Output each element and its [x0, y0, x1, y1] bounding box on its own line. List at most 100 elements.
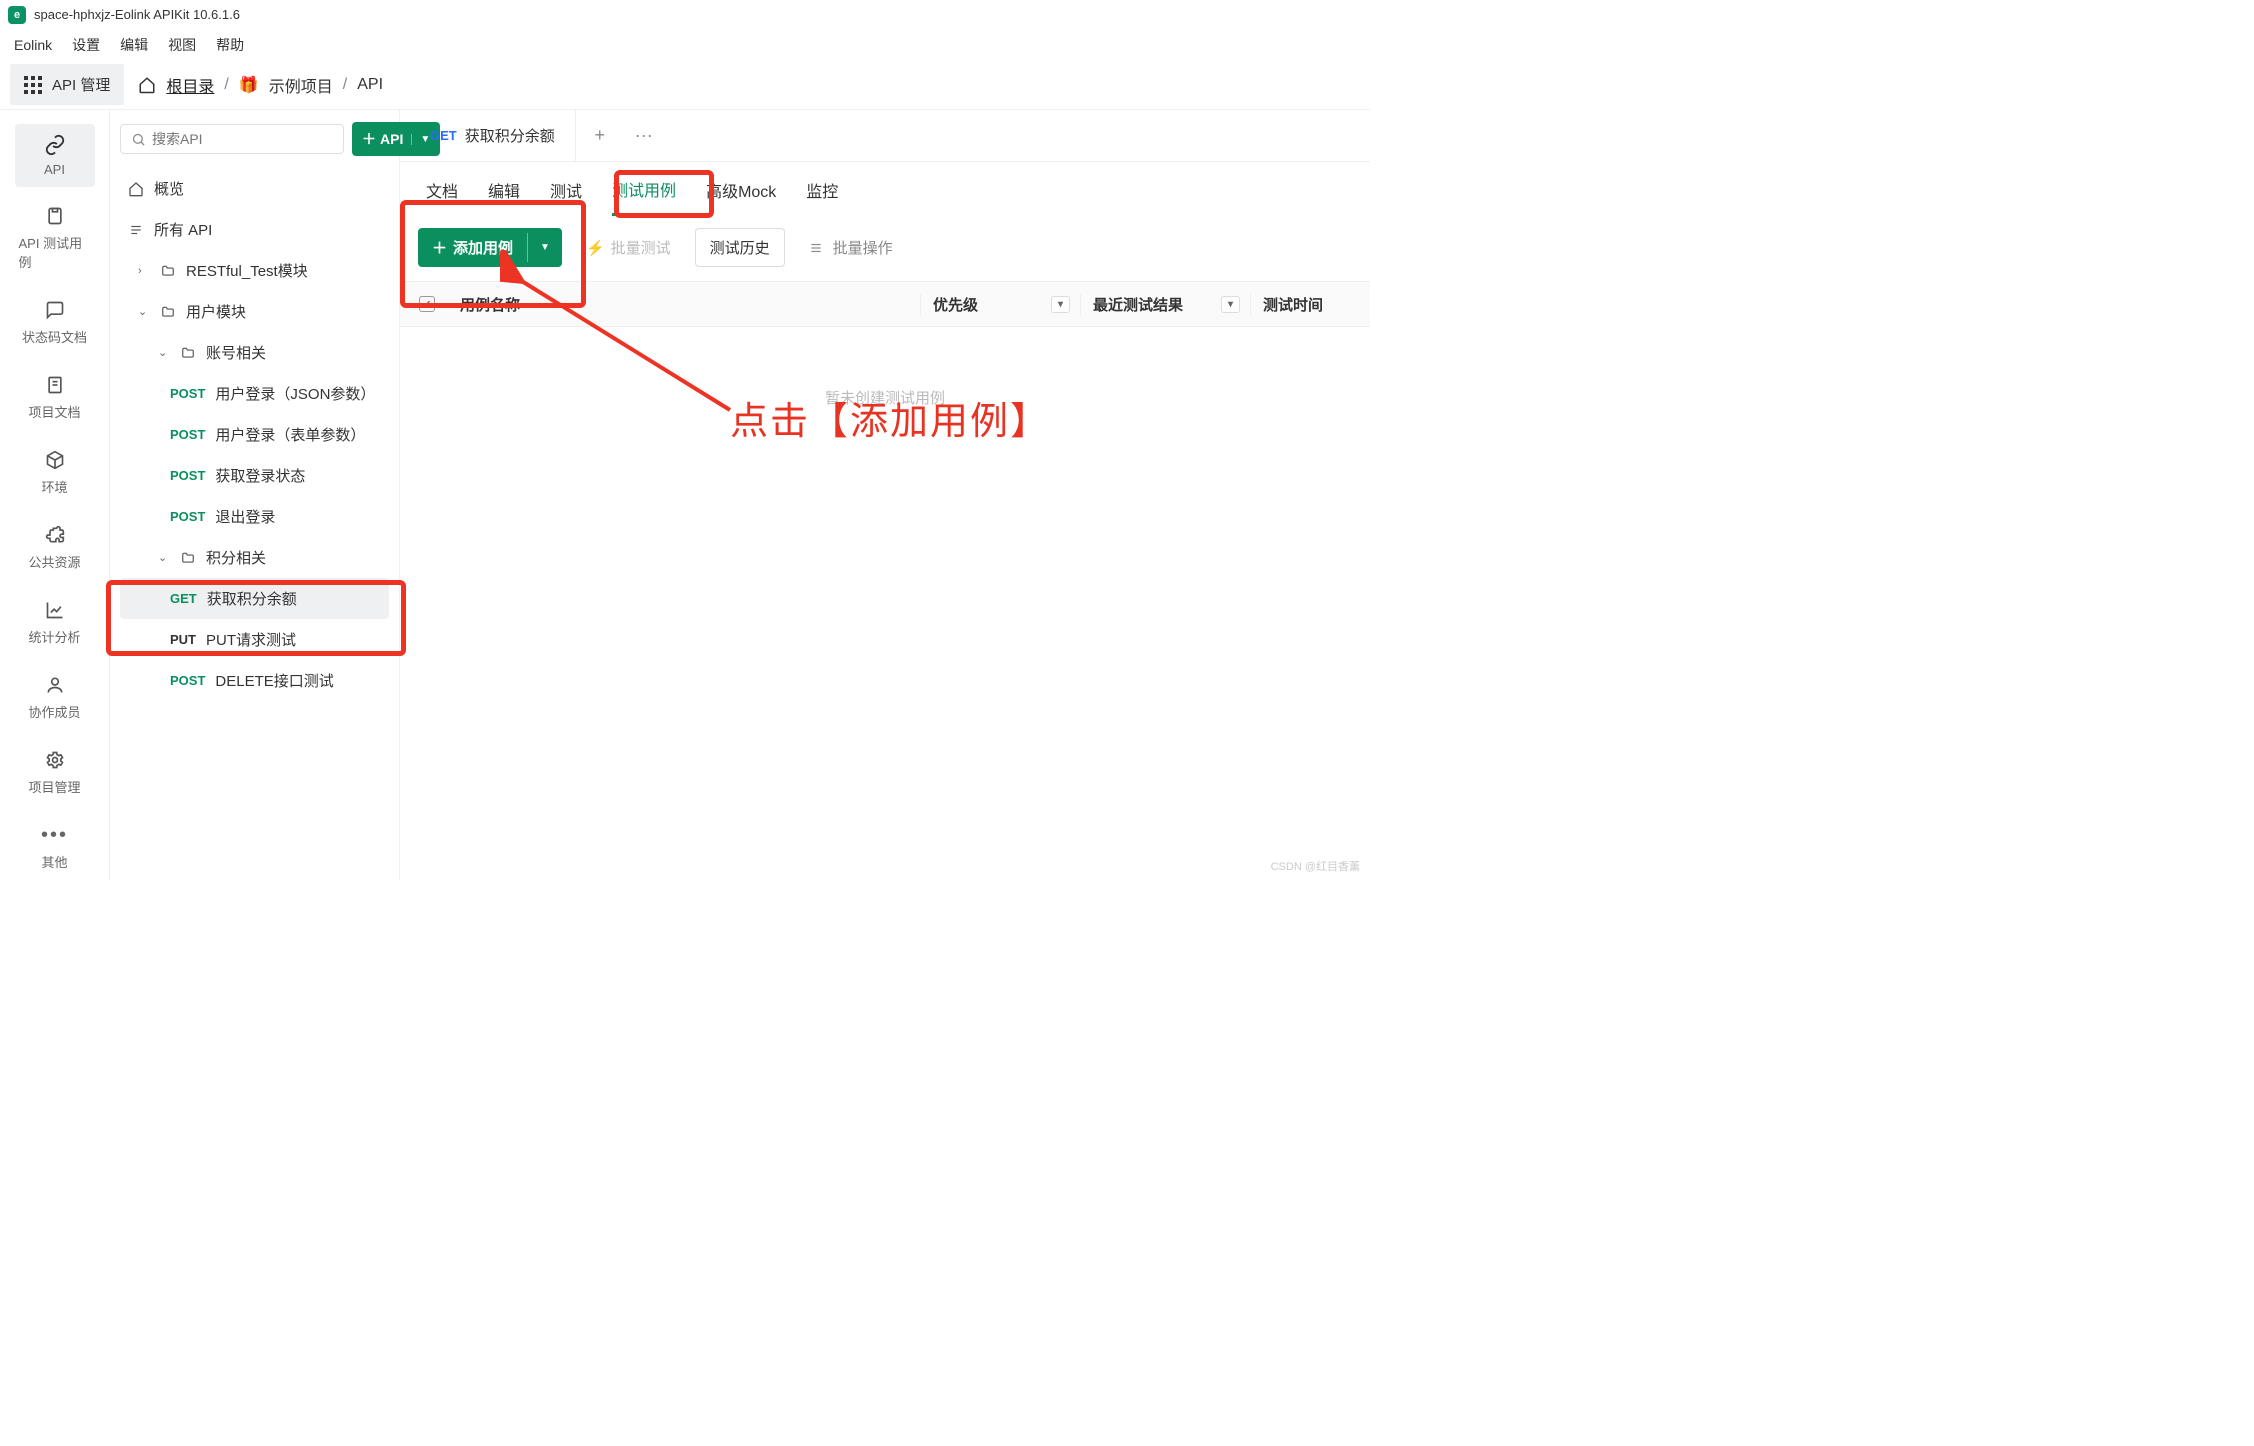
nav-docs[interactable]: 项目文档	[15, 364, 95, 431]
batch-ops-button[interactable]: 批量操作	[807, 237, 893, 258]
tree-api[interactable]: POST 用户登录（JSON参数）	[120, 373, 389, 414]
sidebar-overview[interactable]: 概览	[120, 168, 389, 209]
sidebar-all-api[interactable]: 所有 API	[120, 209, 389, 250]
annotation-text: 点击【添加用例】	[730, 390, 1050, 445]
tree-folder[interactable]: ⌄ 积分相关	[120, 537, 389, 578]
subtab-mock[interactable]: 高级Mock	[706, 178, 776, 214]
tree-label: 获取登录状态	[215, 465, 305, 486]
th-priority-label: 优先级	[933, 294, 978, 315]
http-method: POST	[170, 427, 205, 442]
batch-test-button[interactable]: ⚡ 批量测试	[576, 229, 681, 266]
home-icon	[138, 76, 156, 94]
tree-api[interactable]: POST DELETE接口测试	[120, 660, 389, 701]
nav-label: API 测试用例	[19, 233, 91, 271]
chevron-down-icon: ⌄	[158, 551, 170, 564]
search-field[interactable]	[152, 131, 333, 147]
chevron-down-icon[interactable]: ▾	[1051, 296, 1070, 313]
http-method: GET	[430, 128, 457, 143]
nav-env[interactable]: 环境	[15, 439, 95, 506]
nav-label: 统计分析	[28, 627, 80, 646]
tree-folder[interactable]: ⌄ 用户模块	[120, 291, 389, 332]
batch-test-label: 批量测试	[611, 237, 671, 258]
titlebar: e space-hphxjz-Eolink APIKit 10.6.1.6	[0, 0, 1370, 30]
gift-icon: 🎁	[239, 75, 259, 95]
editor-tab[interactable]: GET 获取积分余额	[410, 110, 576, 161]
plus-icon: ＋	[432, 237, 447, 258]
folder-icon	[180, 551, 196, 565]
chevron-down-icon[interactable]: ▾	[1221, 296, 1240, 313]
test-history-button[interactable]: 测试历史	[695, 228, 785, 267]
subtab-monitor[interactable]: 监控	[806, 178, 838, 214]
nav-team[interactable]: 协作成员	[15, 664, 95, 731]
tree-api[interactable]: POST 用户登录（表单参数）	[120, 414, 389, 455]
subtab-edit[interactable]: 编辑	[488, 178, 520, 214]
menu-help[interactable]: 帮助	[216, 35, 244, 55]
nav-other[interactable]: ••• 其他	[15, 814, 95, 881]
tree-label: 获取积分余额	[207, 588, 297, 609]
tab-add-button[interactable]: +	[580, 125, 620, 146]
search-input[interactable]	[120, 124, 344, 154]
message-icon	[44, 299, 66, 321]
tree-label: DELETE接口测试	[215, 670, 333, 691]
tree-api-selected[interactable]: GET 获取积分余额	[120, 578, 389, 619]
nav-label: 公共资源	[28, 552, 80, 571]
tree-api[interactable]: POST 退出登录	[120, 496, 389, 537]
tree-label: 用户模块	[186, 301, 246, 322]
th-priority[interactable]: 优先级 ▾	[920, 294, 1080, 315]
tree-api[interactable]: POST 获取登录状态	[120, 455, 389, 496]
breadcrumb: 根目录 / 🎁 示例项目 / API	[138, 73, 383, 97]
editor-tabs: GET 获取积分余额 + ···	[400, 110, 1370, 162]
all-api-label: 所有 API	[154, 219, 212, 240]
subtab-testcase[interactable]: 测试用例	[612, 177, 676, 216]
nav-label: 项目管理	[28, 777, 80, 796]
nav-public[interactable]: 公共资源	[15, 514, 95, 581]
nav-status[interactable]: 状态码文档	[15, 289, 95, 356]
search-icon	[131, 132, 146, 147]
list-icon	[807, 241, 825, 255]
nav-testcase[interactable]: API 测试用例	[15, 195, 95, 281]
chevron-down-icon: ⌄	[138, 305, 150, 318]
nav-stats[interactable]: 统计分析	[15, 589, 95, 656]
api-management-button[interactable]: API 管理	[10, 64, 124, 105]
home-icon	[128, 181, 144, 197]
select-all-checkbox[interactable]: ✓	[400, 296, 454, 312]
tab-more-button[interactable]: ···	[624, 125, 664, 146]
app-icon: e	[8, 6, 26, 24]
subtab-doc[interactable]: 文档	[426, 178, 458, 214]
http-method: POST	[170, 468, 205, 483]
link-icon	[44, 134, 66, 156]
menu-settings[interactable]: 设置	[72, 35, 100, 55]
grid-icon	[24, 76, 42, 94]
menu-view[interactable]: 视图	[168, 35, 196, 55]
http-method: POST	[170, 509, 205, 524]
nav-label: 协作成员	[28, 702, 80, 721]
gear-icon	[44, 749, 66, 771]
add-case-button[interactable]: ＋添加用例 ▼	[418, 228, 562, 267]
topbar: API 管理 根目录 / 🎁 示例项目 / API	[0, 60, 1370, 110]
overview-label: 概览	[154, 178, 184, 199]
th-last-result[interactable]: 最近测试结果 ▾	[1080, 294, 1250, 315]
nav-label: 状态码文档	[22, 327, 87, 346]
breadcrumb-project[interactable]: 示例项目	[269, 73, 333, 97]
nav-api[interactable]: API	[15, 124, 95, 187]
tree-label: 用户登录（JSON参数）	[215, 383, 375, 404]
chevron-down-icon[interactable]: ▼	[527, 233, 562, 262]
menubar: Eolink 设置 编辑 视图 帮助	[0, 30, 1370, 60]
tree-folder[interactable]: ⌄ 账号相关	[120, 332, 389, 373]
subtab-test[interactable]: 测试	[550, 178, 582, 214]
doc-icon	[44, 374, 66, 396]
menu-edit[interactable]: 编辑	[120, 35, 148, 55]
tree-api[interactable]: PUT PUT请求测试	[120, 619, 389, 660]
chevron-right-icon: ›	[138, 265, 150, 277]
tree-label: 账号相关	[206, 342, 266, 363]
nav-mgmt[interactable]: 项目管理	[15, 739, 95, 806]
breadcrumb-sep: /	[224, 76, 228, 94]
breadcrumb-root[interactable]: 根目录	[166, 73, 214, 97]
tree-label: RESTful_Test模块	[186, 260, 308, 281]
more-icon: •••	[44, 824, 66, 846]
plus-icon: ＋	[362, 129, 376, 149]
menu-eolink[interactable]: Eolink	[14, 37, 52, 53]
tree-folder[interactable]: › RESTful_Test模块	[120, 250, 389, 291]
th-result-label: 最近测试结果	[1093, 294, 1183, 315]
nav-label: 其他	[41, 852, 67, 871]
